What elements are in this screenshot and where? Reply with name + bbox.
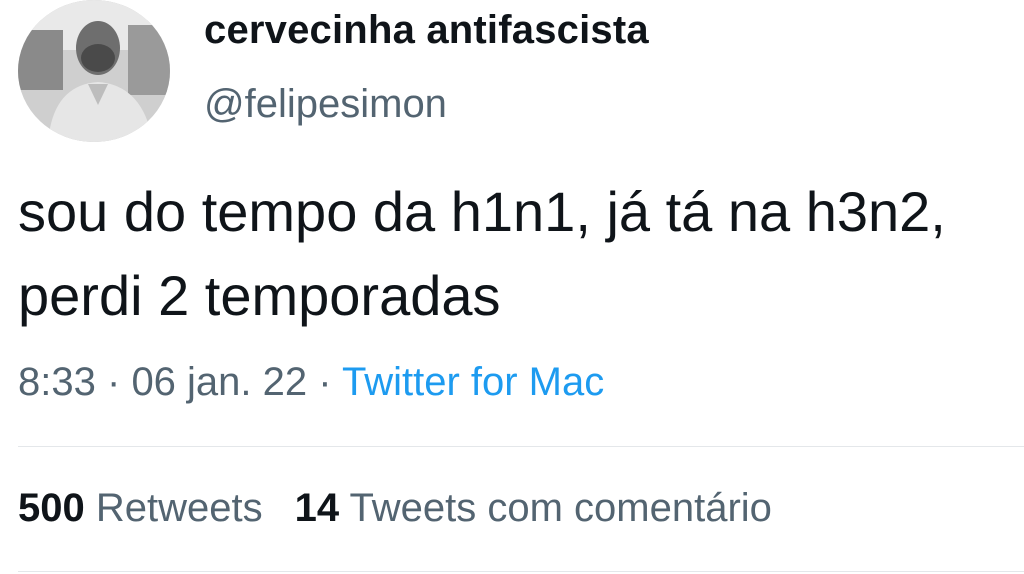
- display-name[interactable]: cervecinha antifascista: [204, 8, 649, 53]
- user-handle[interactable]: @felipesimon: [204, 82, 447, 127]
- tweet-time[interactable]: 8:33: [18, 360, 96, 404]
- quote-tweets-label: Tweets com comentário: [349, 486, 772, 530]
- tweet-text: sou do tempo da h1n1, já tá na h3n2, per…: [18, 180, 946, 327]
- meta-separator: ·: [106, 360, 121, 404]
- tweet-date[interactable]: 06 jan. 22: [131, 360, 307, 404]
- tweet-stats: 500 Retweets 14 Tweets com comentário: [18, 486, 804, 531]
- meta-separator: ·: [318, 360, 332, 404]
- retweets-label: Retweets: [95, 486, 263, 530]
- avatar[interactable]: [18, 0, 170, 142]
- tweet-meta: 8:33 · 06 jan. 22 · Twitter for Mac: [18, 360, 604, 405]
- tweet-source-link[interactable]: Twitter for Mac: [342, 360, 604, 404]
- quote-tweets-stat[interactable]: 14 Tweets com comentário: [295, 486, 772, 530]
- divider: [18, 571, 1024, 572]
- retweets-count: 500: [18, 486, 85, 530]
- divider: [18, 446, 1024, 447]
- quote-tweets-count: 14: [294, 486, 340, 530]
- tweet-card: cervecinha antifascista @felipesimon sou…: [0, 0, 1024, 574]
- profile-photo: [18, 0, 170, 142]
- retweets-stat[interactable]: 500 Retweets: [18, 486, 263, 530]
